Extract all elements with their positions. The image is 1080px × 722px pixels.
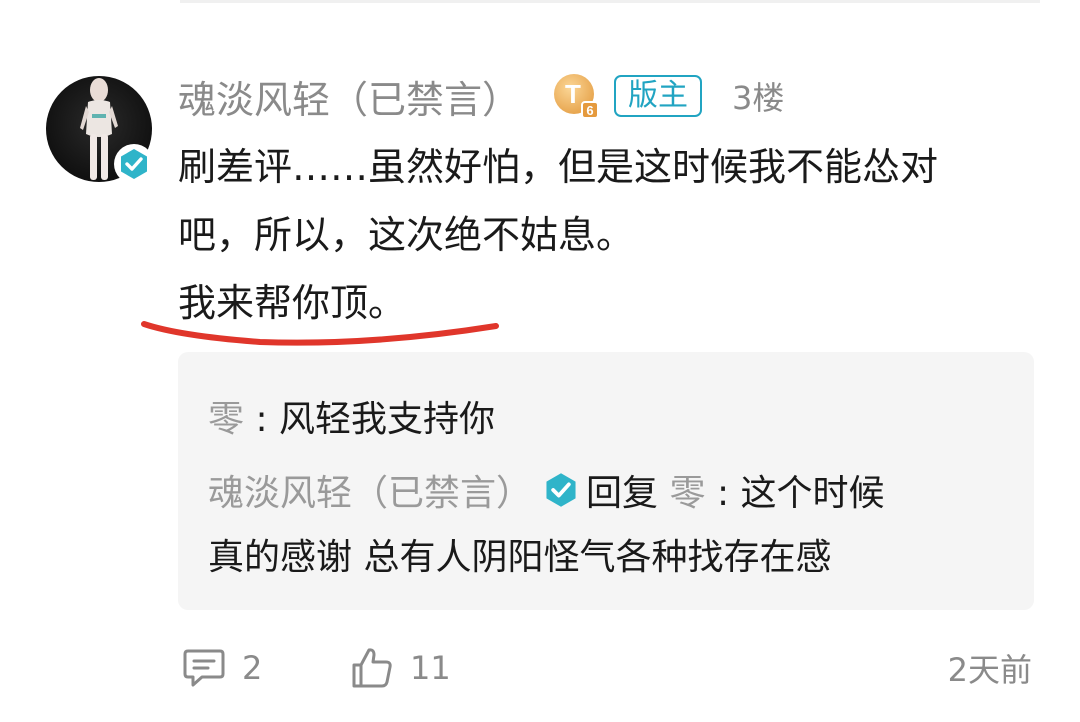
avatar-verified-badge — [114, 144, 154, 184]
thumbs-up-icon — [352, 648, 392, 688]
reply-item[interactable]: 魂淡风轻（已禁言） 回复 零 : 这个时候 — [208, 464, 885, 516]
username[interactable]: 魂淡风轻（已禁言） — [178, 69, 520, 124]
verified-check-icon — [546, 473, 576, 507]
verified-check-icon — [121, 149, 147, 179]
reply-target[interactable]: 零 — [669, 473, 705, 514]
level-badge: T 6 — [552, 72, 600, 120]
reply-action: 回复 — [586, 473, 659, 514]
reply-text: 真的感谢 总有人阴阳怪气各种找存在感 — [208, 537, 832, 578]
red-underline-annotation — [141, 321, 499, 346]
comment-line: 吧，所以，这次绝不姑息。 — [178, 213, 635, 257]
post-header: 魂淡风轻（已禁言） T 6 版主 3楼 — [178, 68, 784, 124]
reply-item-continued: 真的感谢 总有人阴阳怪气各种找存在感 — [208, 528, 831, 580]
level-badge-number: 6 — [586, 103, 593, 118]
reply-text: 风轻我支持你 — [279, 399, 496, 440]
comment-icon — [183, 649, 225, 687]
reply-author[interactable]: 魂淡风轻（已禁言） — [208, 473, 532, 514]
moderator-badge: 版主 — [614, 75, 703, 117]
reply-separator: : — [705, 473, 741, 514]
comment-line: 刷差评……虽然好怕，但是这时候我不能怂对 — [178, 145, 939, 189]
level-badge-icon: T 6 — [554, 74, 600, 119]
reply-text: 这个时候 — [740, 473, 885, 514]
comment-count: 2 — [242, 649, 263, 687]
reply-item[interactable]: 零 : 风轻我支持你 — [208, 390, 495, 442]
like-count: 11 — [410, 649, 451, 687]
comment-button[interactable]: 2 — [182, 640, 262, 696]
reply-separator: : — [244, 399, 280, 440]
level-badge-letter: T — [565, 79, 581, 109]
like-button[interactable]: 11 — [350, 640, 451, 696]
floor-number: 3楼 — [732, 79, 785, 117]
top-divider — [180, 0, 1040, 3]
reply-box[interactable]: 零 : 风轻我支持你 魂淡风轻（已禁言） 回复 零 : 这个时候 真的感谢 总有… — [178, 352, 1034, 610]
comment-content: 刷差评……虽然好怕，但是这时候我不能怂对 吧，所以，这次绝不姑息。 我来帮你顶。 — [178, 133, 1038, 337]
post-timestamp: 2天前 — [947, 651, 1032, 689]
reply-author[interactable]: 零 — [208, 399, 244, 440]
